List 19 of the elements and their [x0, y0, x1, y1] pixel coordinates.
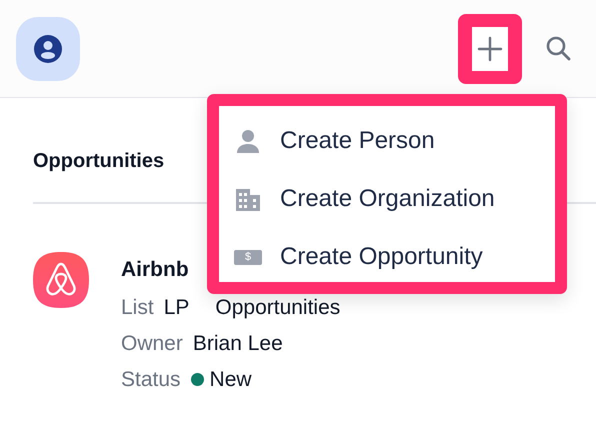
- plus-icon: [477, 36, 503, 62]
- profile-button[interactable]: [16, 16, 80, 80]
- menu-item[interactable]: Create Person: [219, 112, 555, 170]
- record-name: Airbnb: [121, 256, 189, 282]
- add-button[interactable]: [458, 14, 522, 84]
- menu-item[interactable]: $ Create Opportunity: [219, 228, 555, 286]
- app-logo-icon: [33, 252, 89, 308]
- field-label: Owner: [121, 330, 183, 356]
- field-label: List: [121, 294, 154, 320]
- field-value: LP: [164, 294, 190, 320]
- user-icon: [34, 34, 62, 62]
- money-icon: $: [234, 250, 262, 264]
- field-value: Brian Lee: [192, 330, 283, 356]
- field-value: Opportunities: [215, 294, 340, 320]
- person-icon: [234, 127, 262, 155]
- status-value: New: [210, 366, 252, 392]
- section-title: Opportunities: [33, 150, 166, 174]
- field-label: Status: [121, 366, 181, 392]
- menu-item[interactable]: Create Organization: [219, 170, 555, 228]
